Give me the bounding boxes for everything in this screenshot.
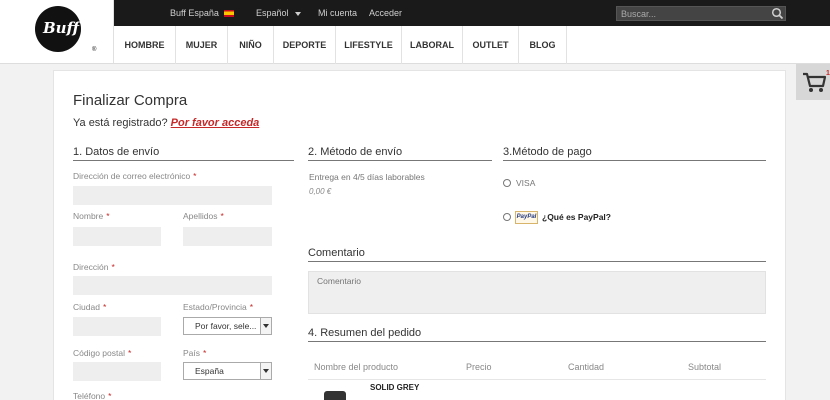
required-mark: * — [249, 302, 254, 312]
email-label: Dirección de correo electrónico * — [73, 171, 196, 181]
required-mark: * — [193, 171, 197, 181]
registered-text: Ya está registrado? — [73, 117, 168, 129]
registered-prompt: Ya está registrado? Por favor acceda — [73, 117, 259, 129]
phone-label: Teléfono * — [73, 391, 111, 400]
state-select-value: Por favor, sele... — [195, 321, 257, 331]
required-mark: * — [108, 391, 112, 400]
login-link[interactable]: Acceder — [369, 8, 402, 18]
nav-item-blog[interactable]: BLOG — [519, 26, 567, 64]
language-label: Español — [256, 8, 289, 18]
address-label-text: Dirección — [73, 262, 109, 272]
logo-registered-mark: ® — [92, 47, 97, 53]
address-label: Dirección * — [73, 262, 115, 272]
surname-label-text: Apellidos — [183, 211, 218, 221]
login-prompt-link[interactable]: Por favor acceda — [171, 117, 260, 129]
shipping-option-price: 0,00 € — [309, 187, 332, 196]
name-label: Nombre * — [73, 211, 110, 221]
comment-field[interactable] — [308, 271, 766, 314]
nav-item-nino[interactable]: NIÑO — [228, 26, 274, 64]
paypal-logo: PayPal — [515, 211, 538, 224]
required-mark: * — [203, 348, 207, 358]
state-select[interactable]: Por favor, sele... — [183, 317, 272, 335]
cart-count-badge: 1 — [826, 70, 830, 77]
country-label: País * — [183, 348, 206, 358]
chevron-down-icon — [294, 11, 301, 16]
search-icon[interactable] — [771, 7, 784, 20]
postcode-label-text: Código postal — [73, 348, 125, 358]
nav-item-outlet[interactable]: OUTLET — [463, 26, 519, 64]
required-mark: * — [102, 302, 107, 312]
city-label-text: Ciudad — [73, 302, 100, 312]
what-is-paypal-link[interactable]: ¿Qué es PayPal? — [542, 212, 611, 222]
required-mark: * — [220, 211, 224, 221]
payment-method-heading: 3.Método de pago — [503, 146, 766, 161]
city-field[interactable] — [73, 317, 161, 336]
address-field[interactable] — [73, 276, 272, 295]
store-label: Buff España — [170, 8, 219, 18]
search-input[interactable] — [616, 6, 786, 21]
order-summary-heading: 4. Resumen del pedido — [308, 327, 766, 342]
cart-button[interactable] — [796, 64, 830, 100]
product-thumbnail — [324, 391, 346, 400]
table-divider — [308, 379, 766, 380]
name-label-text: Nombre — [73, 211, 104, 221]
nav-item-deporte[interactable]: DEPORTE — [274, 26, 336, 64]
email-field[interactable] — [73, 186, 272, 205]
column-header-quantity: Cantidad — [568, 362, 605, 372]
spain-flag-icon — [223, 10, 234, 18]
comment-heading: Comentario — [308, 247, 766, 262]
shipping-option-label[interactable]: Entrega en 4/5 días laborables — [309, 172, 425, 182]
store-selector[interactable]: Buff España — [170, 8, 234, 18]
logo-text: Buff — [43, 19, 79, 37]
nav-item-hombre[interactable]: HOMBRE — [114, 26, 176, 64]
state-label-text: Estado/Provincia — [183, 302, 247, 312]
city-label: Ciudad * — [73, 302, 106, 312]
product-name: SOLID GREY — [370, 383, 420, 392]
main-nav: HOMBRE MUJER NIÑO DEPORTE LIFESTYLE LABO… — [114, 26, 830, 64]
surname-field[interactable] — [183, 227, 272, 246]
column-header-subtotal: Subtotal — [688, 362, 722, 372]
country-select-value: España — [195, 366, 224, 376]
nav-item-lifestyle[interactable]: LIFESTYLE — [336, 26, 402, 64]
name-field[interactable] — [73, 227, 161, 246]
country-select[interactable]: España — [183, 362, 272, 380]
cart-icon — [803, 72, 827, 92]
my-account-link[interactable]: Mi cuenta — [318, 8, 357, 18]
shipping-data-heading: 1. Datos de envío — [73, 146, 294, 161]
nav-item-mujer[interactable]: MUJER — [176, 26, 228, 64]
visa-label[interactable]: VISA — [516, 178, 535, 188]
column-header-product: Nombre del producto — [314, 362, 399, 372]
email-label-text: Dirección de correo electrónico — [73, 171, 191, 181]
country-label-text: País — [183, 348, 201, 358]
paypal-radio[interactable] — [503, 213, 511, 221]
logo-area[interactable]: Buff ® — [0, 0, 114, 64]
phone-label-text: Teléfono — [73, 391, 106, 400]
required-mark: * — [111, 262, 115, 272]
chevron-down-icon — [260, 318, 271, 334]
state-label: Estado/Provincia * — [183, 302, 253, 312]
visa-radio[interactable] — [503, 179, 511, 187]
surname-label: Apellidos * — [183, 211, 224, 221]
postcode-field[interactable] — [73, 362, 161, 381]
required-mark: * — [106, 211, 110, 221]
chevron-down-icon — [260, 363, 271, 379]
postcode-label: Código postal * — [73, 348, 131, 358]
nav-item-laboral[interactable]: LABORAL — [402, 26, 463, 64]
language-selector[interactable]: Español — [256, 8, 301, 18]
column-header-price: Precio — [466, 362, 492, 372]
shipping-method-heading: 2. Método de envío — [308, 146, 492, 161]
required-mark: * — [127, 348, 132, 358]
page-title: Finalizar Compra — [73, 92, 188, 109]
